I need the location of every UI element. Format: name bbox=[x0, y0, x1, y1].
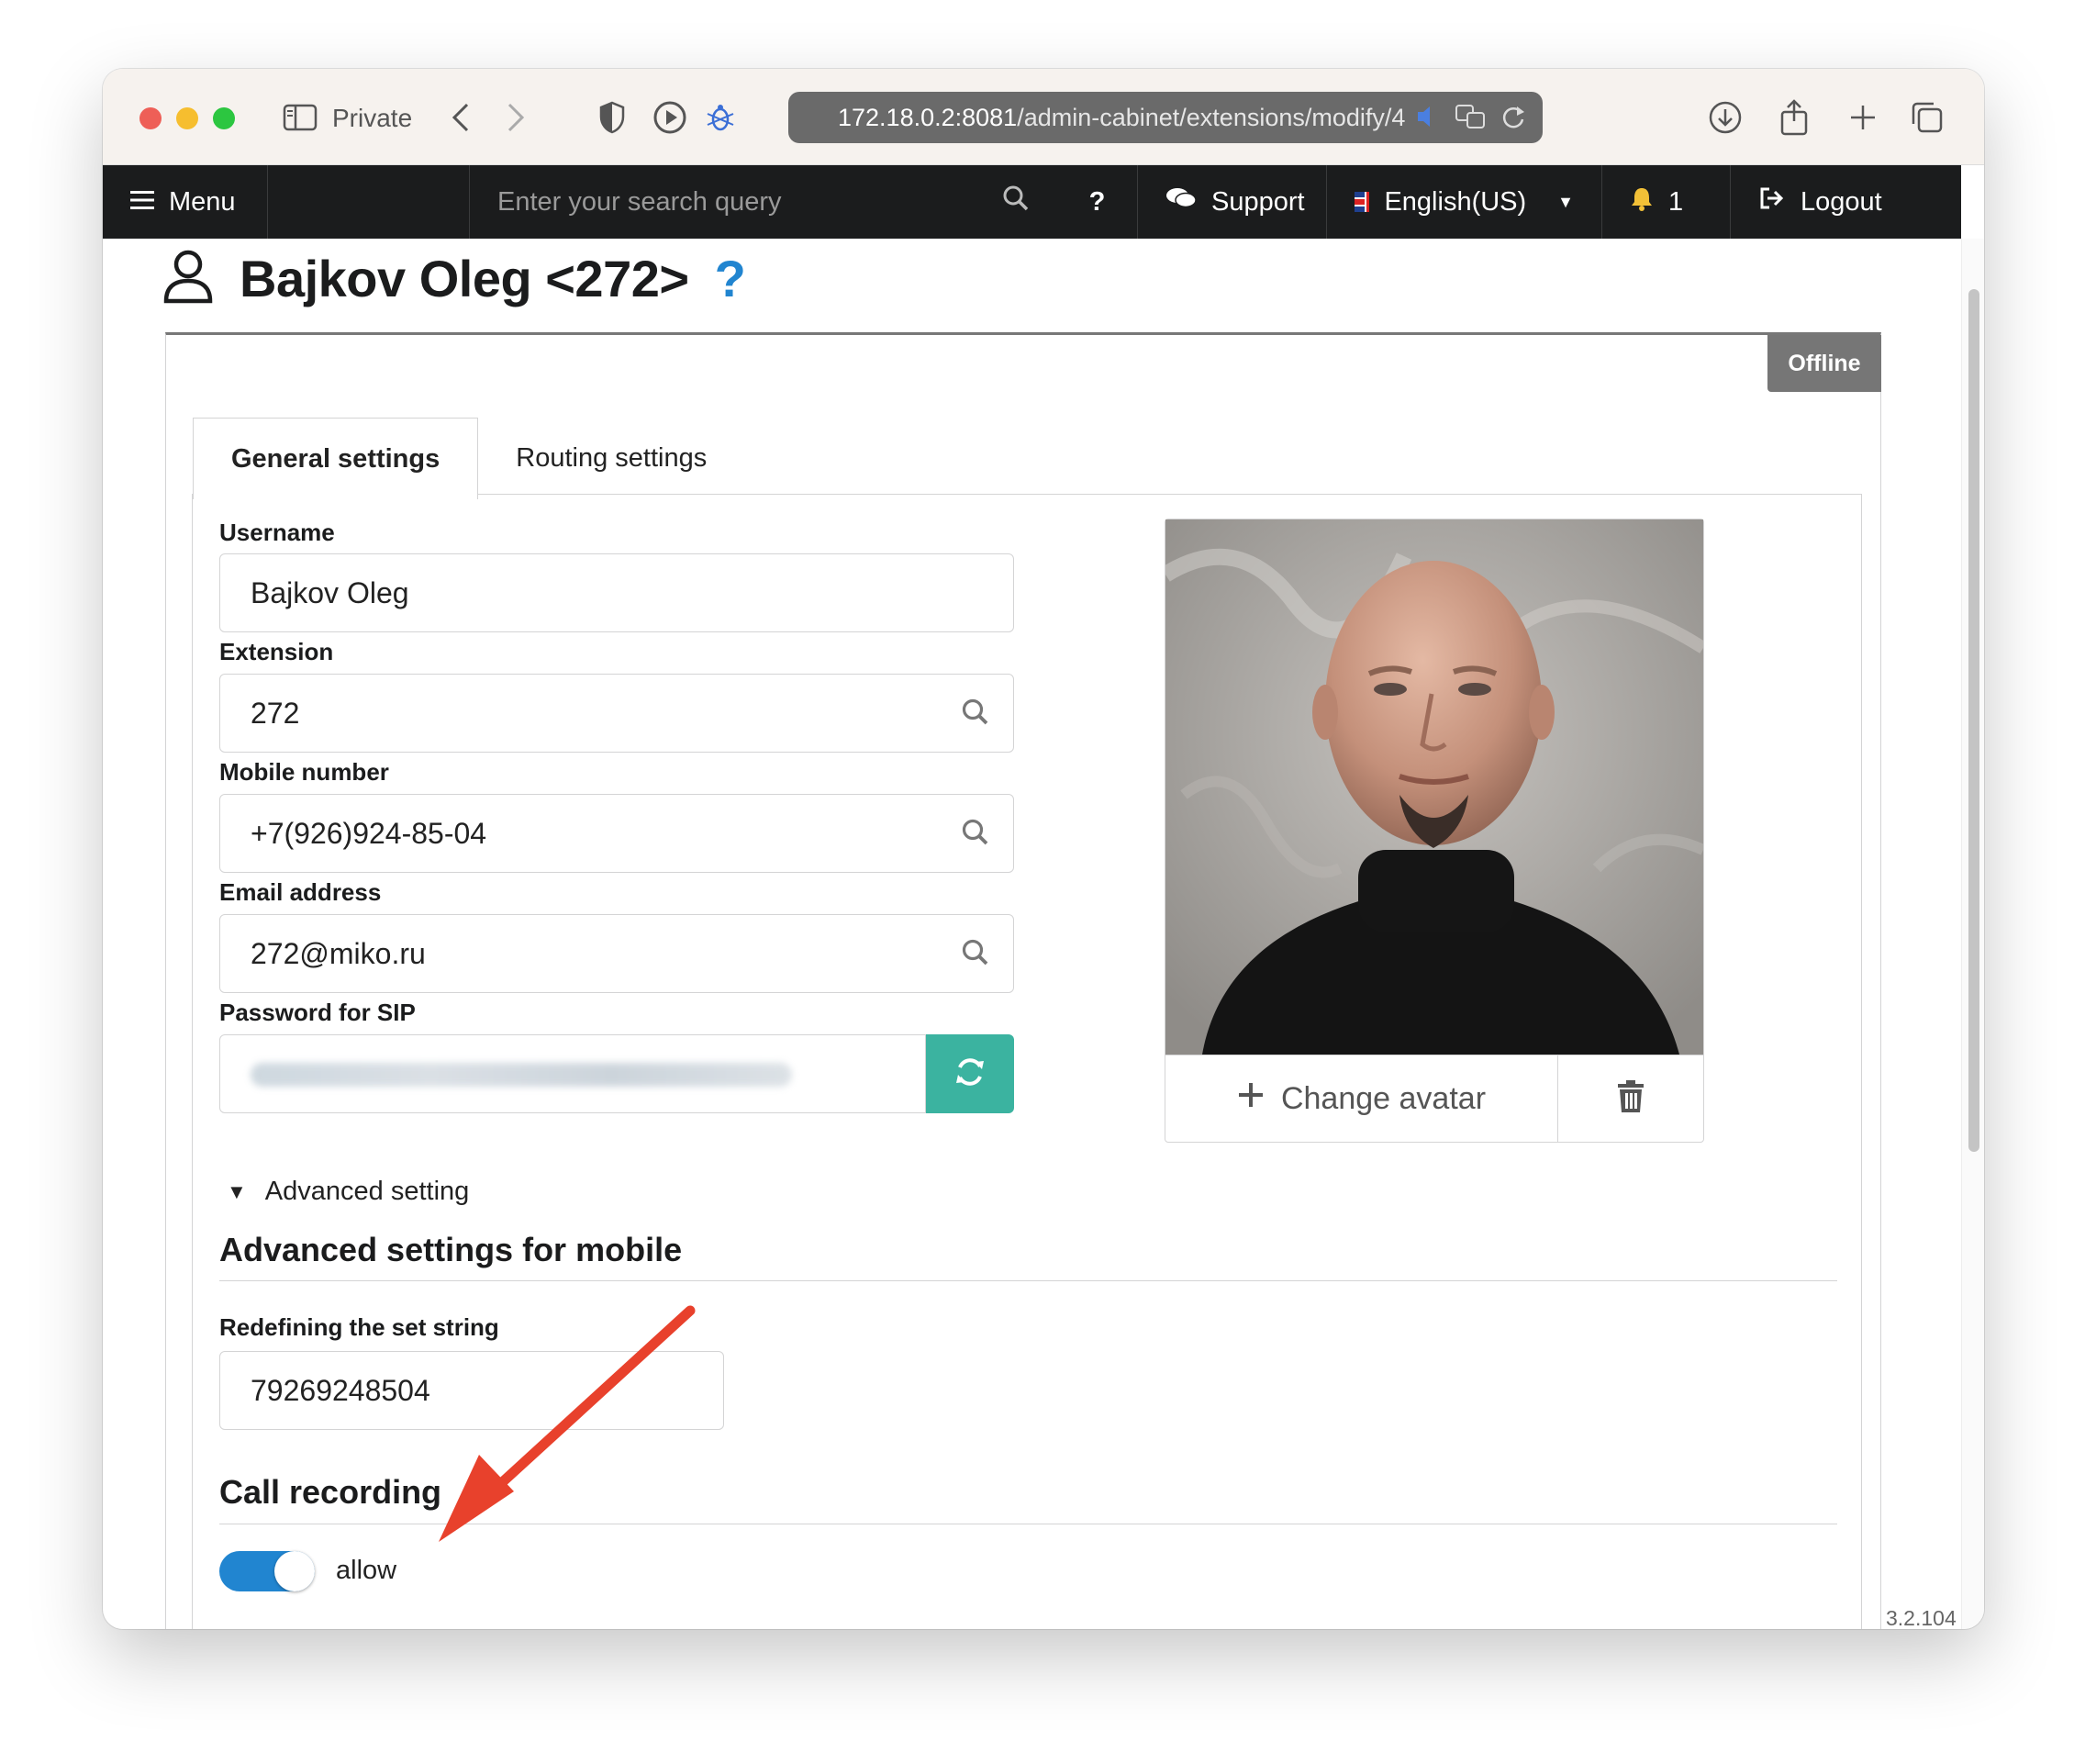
chat-bubbles-icon bbox=[1165, 186, 1197, 218]
help-button[interactable]: ? bbox=[1057, 165, 1138, 239]
forward-icon[interactable] bbox=[497, 96, 534, 139]
sidebar-toggle-icon[interactable] bbox=[282, 96, 318, 139]
toggle-knob bbox=[274, 1551, 315, 1591]
settings-tabs: General settings Routing settings bbox=[193, 418, 744, 499]
delete-avatar-button[interactable] bbox=[1558, 1055, 1703, 1142]
email-label: Email address bbox=[219, 878, 382, 906]
translate-icon[interactable] bbox=[1455, 103, 1486, 137]
browser-window: Private 172.18.0.2:8081/admin-cabinet/ex… bbox=[103, 69, 1984, 1629]
advanced-setting-label: Advanced setting bbox=[264, 1177, 470, 1206]
avatar-actions: Change avatar bbox=[1165, 1055, 1703, 1142]
change-avatar-button[interactable]: Change avatar bbox=[1165, 1055, 1558, 1142]
page-scrollbar-thumb[interactable] bbox=[1968, 289, 1979, 1152]
search-icon[interactable] bbox=[1002, 184, 1030, 219]
main-menu-button[interactable]: Menu bbox=[103, 165, 268, 239]
mobile-value: +7(926)924-85-04 bbox=[251, 816, 487, 850]
close-window-button[interactable] bbox=[139, 107, 162, 129]
generate-password-button[interactable] bbox=[926, 1034, 1014, 1113]
help-icon: ? bbox=[1088, 186, 1106, 217]
avatar-photo bbox=[1165, 519, 1703, 1055]
zoom-window-button[interactable] bbox=[213, 107, 235, 129]
new-tab-icon[interactable] bbox=[1842, 96, 1884, 139]
support-button[interactable]: Support bbox=[1138, 165, 1327, 239]
email-value: 272@miko.ru bbox=[251, 936, 426, 970]
bell-icon bbox=[1630, 185, 1654, 218]
private-mode-label: Private bbox=[332, 104, 413, 132]
notifications-count: 1 bbox=[1668, 186, 1684, 217]
call-recording-toggle[interactable] bbox=[219, 1551, 315, 1591]
search-placeholder: Enter your search query bbox=[497, 186, 782, 217]
username-value: Bajkov Oleg bbox=[251, 575, 409, 609]
plus-icon bbox=[1237, 1081, 1265, 1117]
extension-label: Extension bbox=[219, 638, 334, 665]
refresh-icon bbox=[950, 1052, 990, 1097]
language-label: English(US) bbox=[1384, 186, 1527, 217]
search-icon bbox=[960, 937, 993, 970]
version-label: 3.2.104 bbox=[1886, 1606, 1957, 1629]
avatar-card: Change avatar bbox=[1165, 519, 1704, 1143]
reload-icon[interactable] bbox=[1500, 103, 1526, 137]
extension-value: 272 bbox=[251, 696, 300, 730]
page-header: Bajkov Oleg <272> ? bbox=[162, 248, 746, 309]
minimize-window-button[interactable] bbox=[176, 107, 198, 129]
sound-icon[interactable] bbox=[1416, 103, 1440, 137]
menu-label: Menu bbox=[169, 186, 236, 217]
language-dropdown[interactable]: English(US) ▼ bbox=[1327, 165, 1602, 239]
extension-input[interactable]: 272 bbox=[219, 674, 1014, 753]
call-recording-title: Call recording bbox=[219, 1473, 442, 1511]
dial-string-value: 79269248504 bbox=[251, 1373, 430, 1407]
url-path: /admin-cabinet/extensions/modify/4 bbox=[1017, 103, 1406, 131]
email-input[interactable]: 272@miko.ru bbox=[219, 914, 1014, 993]
chevron-down-icon: ▼ bbox=[1557, 192, 1574, 211]
address-bar-icons bbox=[1416, 103, 1526, 137]
logout-label: Logout bbox=[1801, 186, 1882, 217]
section-divider bbox=[219, 1280, 1837, 1281]
change-avatar-label: Change avatar bbox=[1280, 1080, 1487, 1116]
tab-general-settings[interactable]: General settings bbox=[193, 418, 479, 499]
page-title: Bajkov Oleg <272> bbox=[240, 250, 689, 307]
privacy-shield-icon[interactable] bbox=[594, 96, 630, 139]
tab-routing-settings[interactable]: Routing settings bbox=[478, 418, 744, 498]
global-search-input[interactable]: Enter your search query bbox=[470, 165, 1057, 239]
logout-button[interactable]: Logout bbox=[1731, 165, 1889, 239]
notifications-button[interactable]: 1 bbox=[1602, 165, 1731, 239]
share-icon[interactable] bbox=[1773, 96, 1815, 139]
trash-icon bbox=[1616, 1079, 1645, 1118]
user-icon bbox=[162, 248, 214, 309]
sip-password-input[interactable] bbox=[219, 1034, 926, 1113]
search-icon bbox=[960, 697, 993, 730]
dial-string-label: Redefining the set string bbox=[219, 1313, 499, 1341]
mobile-label: Mobile number bbox=[219, 758, 389, 786]
advanced-setting-toggle[interactable]: ▼ Advanced setting bbox=[227, 1177, 469, 1207]
page-help-icon[interactable]: ? bbox=[715, 249, 746, 308]
mobile-input[interactable]: +7(926)924-85-04 bbox=[219, 794, 1014, 873]
address-bar[interactable]: 172.18.0.2:8081/admin-cabinet/extensions… bbox=[788, 92, 1543, 143]
support-label: Support bbox=[1211, 186, 1305, 217]
uk-flag-icon bbox=[1355, 192, 1370, 212]
hamburger-icon bbox=[130, 187, 154, 218]
dial-string-input[interactable]: 79269248504 bbox=[219, 1351, 724, 1430]
media-play-icon[interactable] bbox=[649, 96, 691, 139]
username-label: Username bbox=[219, 519, 335, 546]
downloads-icon[interactable] bbox=[1704, 96, 1746, 139]
username-input[interactable]: Bajkov Oleg bbox=[219, 553, 1014, 632]
url-host: 172.18.0.2:8081 bbox=[838, 103, 1018, 131]
nav-spacer bbox=[268, 165, 470, 239]
tab-overview-icon[interactable] bbox=[1906, 96, 1948, 139]
status-badge: Offline bbox=[1767, 335, 1881, 392]
search-icon bbox=[960, 817, 993, 850]
browser-toolbar: Private 172.18.0.2:8081/admin-cabinet/ex… bbox=[103, 69, 1984, 165]
call-recording-toggle-label: allow bbox=[336, 1556, 397, 1585]
app-top-menu: Menu Enter your search query ? Support E… bbox=[103, 165, 1961, 239]
sip-password-label: Password for SIP bbox=[219, 999, 416, 1026]
caret-down-icon: ▼ bbox=[227, 1179, 247, 1203]
blurred-password bbox=[251, 1063, 792, 1087]
mobile-section-title: Advanced settings for mobile bbox=[219, 1231, 683, 1268]
sign-out-icon bbox=[1758, 186, 1786, 218]
extension-bug-icon[interactable] bbox=[699, 96, 741, 139]
back-icon[interactable] bbox=[442, 96, 479, 139]
